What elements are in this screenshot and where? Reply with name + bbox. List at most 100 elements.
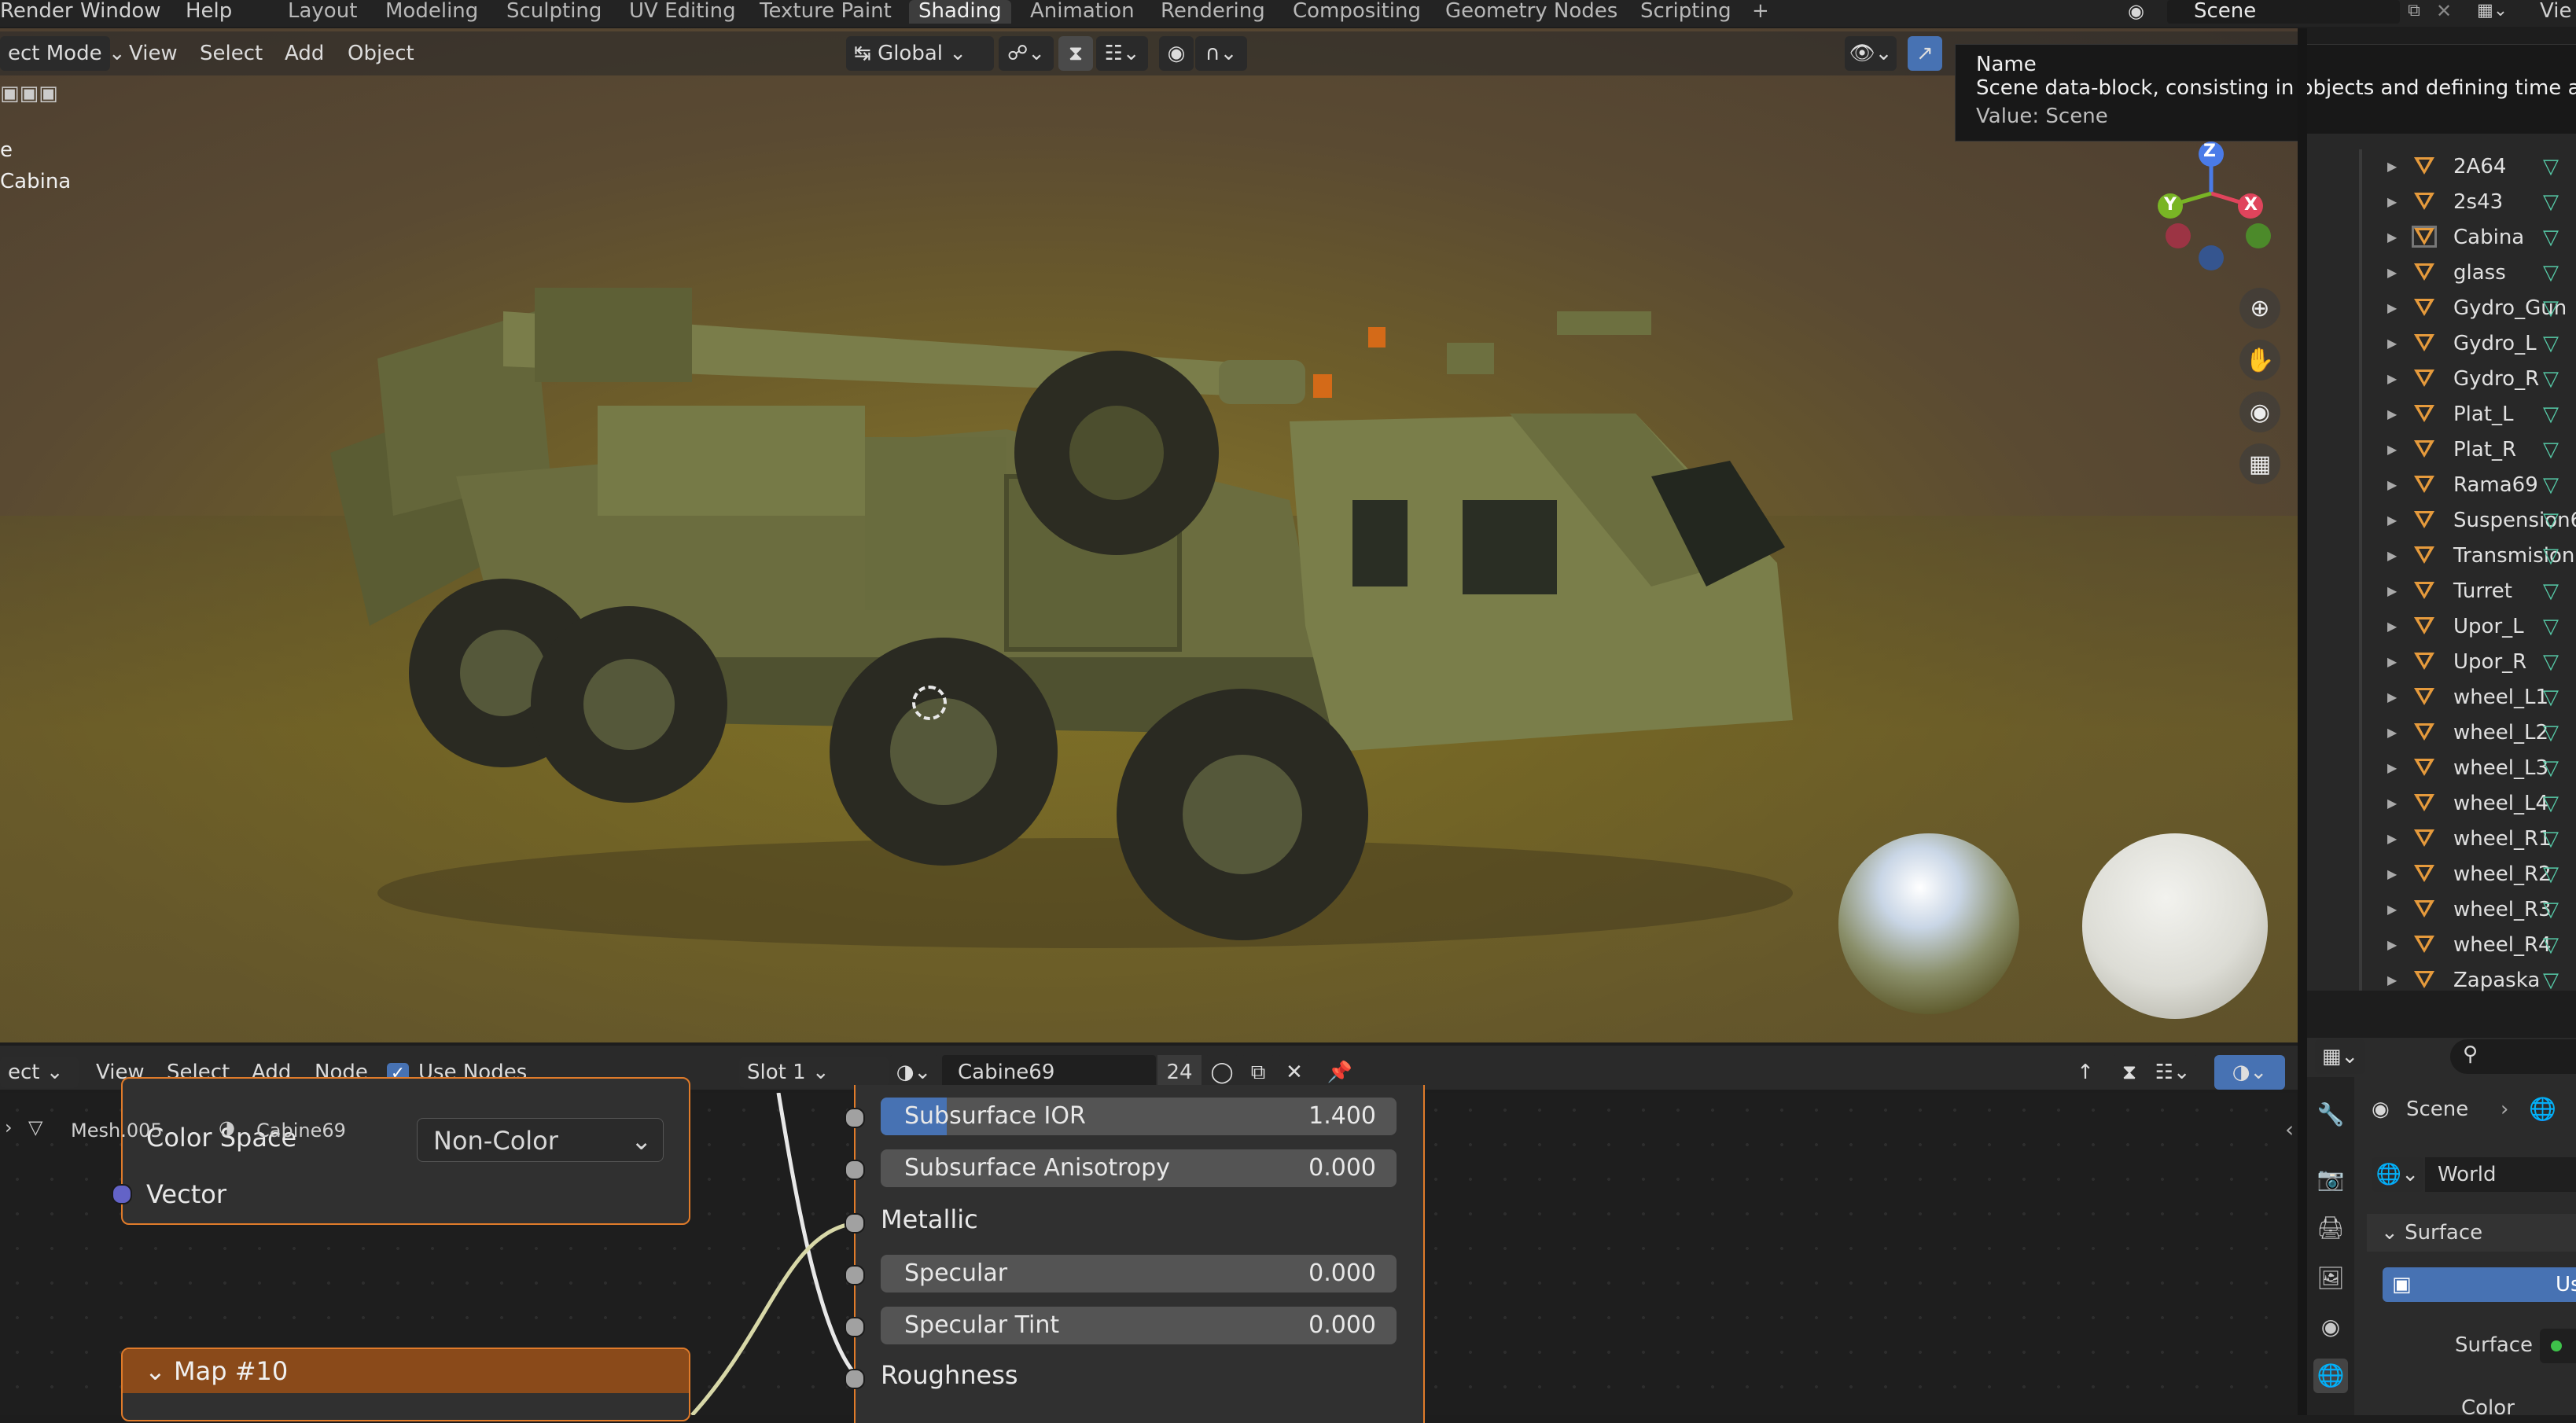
- expand-arrow-icon[interactable]: ▶: [2387, 786, 2397, 821]
- outliner-item[interactable]: ▶ Plat_L ▽: [2307, 397, 2576, 432]
- pan-hand-icon[interactable]: ✋: [2239, 340, 2280, 381]
- expand-arrow-icon[interactable]: ▶: [2387, 928, 2397, 962]
- expand-arrow-icon[interactable]: ▶: [2387, 432, 2397, 467]
- outliner-item[interactable]: ▶ Rama69 ▽: [2307, 468, 2576, 502]
- expand-arrow-icon[interactable]: ▶: [2387, 539, 2397, 573]
- outliner-item[interactable]: ▶ Upor_R ▽: [2307, 645, 2576, 679]
- bsdf-value-field[interactable]: Specular Tint 0.000: [881, 1307, 1397, 1344]
- menu-object[interactable]: Object: [348, 36, 414, 71]
- bsdf-input-socket[interactable]: [845, 1317, 865, 1337]
- falloff-icon[interactable]: ∩⌄: [1195, 36, 1247, 71]
- zoom-icon[interactable]: ⊕: [2239, 288, 2280, 329]
- expand-arrow-icon[interactable]: ▶: [2387, 715, 2397, 750]
- camera-icon[interactable]: ◉: [2239, 392, 2280, 432]
- node-snap-target-icon[interactable]: ☷⌄: [2147, 1055, 2199, 1090]
- view-layer-selector[interactable]: Vie: [2540, 0, 2571, 24]
- select-box-icons[interactable]: ▣▣▣: [0, 82, 79, 116]
- node-snap-icon[interactable]: ⧗: [2112, 1055, 2147, 1090]
- add-workspace-button[interactable]: +: [1742, 0, 1779, 24]
- node-canvas[interactable]: Color Space Non-Color ⌄ Vector › ▽ Mesh.0…: [0, 1077, 2298, 1423]
- expand-arrow-icon[interactable]: ▶: [2387, 220, 2397, 255]
- expand-arrow-icon[interactable]: ▶: [2387, 645, 2397, 679]
- bsdf-input-socket[interactable]: [845, 1160, 865, 1180]
- tab-layout[interactable]: Layout: [278, 0, 366, 24]
- tab-compositing[interactable]: Compositing: [1283, 0, 1430, 24]
- surface-shader-field[interactable]: [2540, 1329, 2576, 1363]
- vector-socket[interactable]: [112, 1184, 132, 1204]
- outliner-item[interactable]: ▶ wheel_L1 ▽: [2307, 680, 2576, 715]
- expand-arrow-icon[interactable]: ▶: [2387, 468, 2397, 502]
- output-tab-icon[interactable]: 🖨: [2313, 1211, 2348, 1245]
- slot-dropdown[interactable]: Slot 1 ⌄: [739, 1057, 889, 1088]
- tab-shading[interactable]: Shading: [909, 0, 1011, 24]
- 3d-viewport[interactable]: e Cabina Z X Y ⊕ ✋ ◉ ▦: [0, 28, 2298, 1042]
- outliner-item[interactable]: ▶Suspension69▽: [2307, 503, 2576, 538]
- parent-node-tree-icon[interactable]: ↑: [2068, 1055, 2103, 1090]
- outliner-item[interactable]: ▶ Cabina ▽: [2307, 220, 2576, 255]
- view-layer-tab-icon[interactable]: 🖼: [2313, 1261, 2348, 1296]
- tab-sculpting[interactable]: Sculpting: [497, 0, 611, 24]
- menu-view[interactable]: View: [129, 36, 178, 71]
- delete-scene-icon[interactable]: ✕: [2430, 0, 2458, 24]
- bsdf-input-socket[interactable]: [845, 1265, 865, 1285]
- expand-arrow-icon[interactable]: ▶: [2387, 291, 2397, 325]
- world-name-field[interactable]: World: [2425, 1157, 2576, 1192]
- tab-modeling[interactable]: Modeling: [376, 0, 488, 24]
- menu-select[interactable]: Select: [200, 36, 263, 71]
- tab-geometry-nodes[interactable]: Geometry Nodes: [1436, 0, 1627, 24]
- expand-arrow-icon[interactable]: ▶: [2387, 822, 2397, 856]
- outliner-item[interactable]: ▶ wheel_L4 ▽: [2307, 786, 2576, 821]
- scene-selector[interactable]: Scene: [2194, 0, 2256, 24]
- node-overlays-icon[interactable]: ◑⌄: [2214, 1055, 2285, 1090]
- map-node[interactable]: ⌄ Map #10: [121, 1348, 690, 1421]
- mode-dropdown[interactable]: ect Mode ⌄: [0, 36, 126, 71]
- use-nodes-button[interactable]: ▣ Us: [2383, 1267, 2576, 1302]
- menu-add[interactable]: Add: [285, 36, 324, 71]
- perspective-grid-icon[interactable]: ▦: [2239, 443, 2280, 484]
- tab-scripting[interactable]: Scripting: [1631, 0, 1741, 24]
- snap-target-icon[interactable]: ☷⌄: [1096, 36, 1148, 71]
- snap-icon[interactable]: ⧗: [1058, 36, 1093, 71]
- map-node-header[interactable]: ⌄ Map #10: [123, 1349, 689, 1393]
- expand-arrow-icon[interactable]: ▶: [2387, 326, 2397, 361]
- expand-arrow-icon[interactable]: ▶: [2387, 963, 2397, 998]
- proportional-edit-icon[interactable]: ◉: [1159, 36, 1194, 71]
- tab-animation[interactable]: Animation: [1021, 0, 1144, 24]
- outliner-item[interactable]: ▶ wheel_R3 ▽: [2307, 892, 2576, 927]
- menu-window[interactable]: Window: [80, 0, 161, 24]
- outliner-item[interactable]: ▶ Gydro_Gun ▽: [2307, 291, 2576, 325]
- copy-scene-icon[interactable]: ⧉: [2400, 0, 2428, 24]
- transform-orientation-dropdown[interactable]: ↹ Global ⌄: [846, 36, 994, 71]
- sidebar-toggle-icon[interactable]: ‹: [2285, 1116, 2294, 1142]
- bsdf-input-socket[interactable]: [845, 1213, 865, 1234]
- editor-type-icon[interactable]: ▦⌄: [2315, 1039, 2365, 1074]
- expand-arrow-icon[interactable]: ▶: [2387, 574, 2397, 609]
- outliner-item[interactable]: ▶ Upor_L ▽: [2307, 609, 2576, 644]
- scene-tab-icon[interactable]: ◉: [2313, 1310, 2348, 1344]
- expand-arrow-icon[interactable]: ▶: [2387, 397, 2397, 432]
- outliner-item[interactable]: ▶ wheel_R4 ▽: [2307, 928, 2576, 962]
- outliner-item[interactable]: ▶ Gydro_R ▽: [2307, 362, 2576, 396]
- gizmo-toggle-icon[interactable]: ↗: [1908, 36, 1942, 71]
- bsdf-value-field[interactable]: Specular 0.000: [881, 1255, 1397, 1292]
- pivot-icon[interactable]: ☍⌄: [999, 36, 1054, 71]
- menu-render[interactable]: Render: [0, 0, 73, 24]
- world-browse-icon[interactable]: 🌐⌄: [2372, 1157, 2423, 1192]
- expand-arrow-icon[interactable]: ▶: [2387, 751, 2397, 785]
- expand-arrow-icon[interactable]: ▶: [2387, 185, 2397, 219]
- expand-arrow-icon[interactable]: ▶: [2387, 256, 2397, 290]
- outliner-item[interactable]: ▶ Gydro_L ▽: [2307, 326, 2576, 361]
- expand-arrow-icon[interactable]: ▶: [2387, 680, 2397, 715]
- expand-arrow-icon[interactable]: ▶: [2387, 609, 2397, 644]
- properties-search-field[interactable]: ⚲: [2450, 1039, 2576, 1074]
- expand-arrow-icon[interactable]: ▶: [2387, 503, 2397, 538]
- outliner-item[interactable]: ▶ wheel_L2 ▽: [2307, 715, 2576, 750]
- menu-help[interactable]: Help: [186, 0, 232, 24]
- outliner-item[interactable]: ▶ wheel_L3 ▽: [2307, 751, 2576, 785]
- color-space-dropdown[interactable]: Non-Color ⌄: [417, 1118, 664, 1162]
- expand-arrow-icon[interactable]: ▶: [2387, 149, 2397, 184]
- tab-rendering[interactable]: Rendering: [1151, 0, 1275, 24]
- bsdf-value-field[interactable]: Subsurface Anisotropy 0.000: [881, 1149, 1397, 1187]
- outliner-item[interactable]: ▶ 2A64 ▽: [2307, 149, 2576, 184]
- tab-texture-paint[interactable]: Texture Paint: [750, 0, 901, 24]
